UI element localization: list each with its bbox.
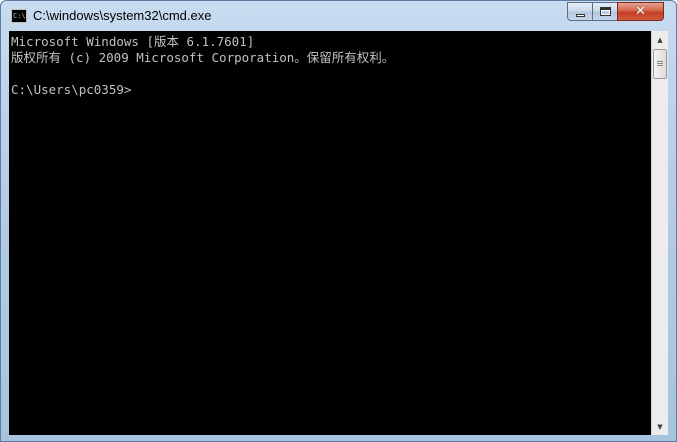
console-line-version: Microsoft Windows [版本 6.1.7601] — [11, 34, 255, 49]
console-prompt[interactable]: C:\Users\pc0359> — [11, 82, 131, 98]
cmd-window: C:\ C:\windows\system32\cmd.exe ✕ Micros… — [0, 0, 677, 442]
minimize-icon — [575, 14, 585, 17]
scroll-up-arrow-icon[interactable]: ▲ — [652, 31, 668, 48]
minimize-button[interactable] — [567, 2, 593, 21]
scroll-thumb[interactable] — [653, 49, 667, 79]
window-title: C:\windows\system32\cmd.exe — [33, 8, 212, 23]
close-button[interactable]: ✕ — [617, 2, 664, 21]
maximize-icon — [599, 7, 611, 16]
vertical-scrollbar[interactable]: ▲ ▼ — [651, 31, 668, 435]
console-line-copyright: 版权所有 (c) 2009 Microsoft Corporation。保留所有… — [11, 50, 395, 65]
console-output[interactable]: Microsoft Windows [版本 6.1.7601] 版权所有 (c)… — [9, 31, 651, 435]
title-bar[interactable]: C:\ C:\windows\system32\cmd.exe ✕ — [1, 1, 676, 31]
cmd-icon[interactable]: C:\ — [11, 9, 27, 23]
maximize-button[interactable] — [592, 2, 618, 21]
scroll-down-arrow-icon[interactable]: ▼ — [652, 418, 668, 435]
close-icon: ✕ — [635, 4, 646, 19]
